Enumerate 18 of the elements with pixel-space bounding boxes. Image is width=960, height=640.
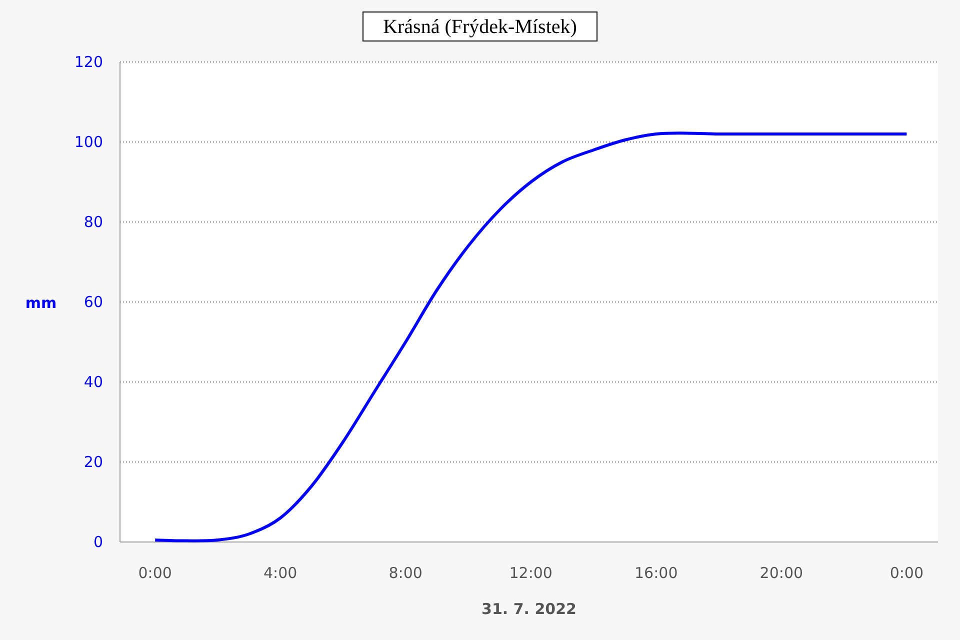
y-tick-label: 40 bbox=[84, 373, 103, 391]
x-tick-label: 12:00 bbox=[509, 564, 552, 582]
x-tick-label: 20:00 bbox=[760, 564, 804, 582]
y-tick-label: 80 bbox=[84, 213, 103, 231]
x-axis-label: 31. 7. 2022 bbox=[482, 600, 576, 618]
chart-title: Krásná (Frýdek-Místek) bbox=[383, 16, 577, 38]
x-tick-label: 8:00 bbox=[388, 564, 422, 582]
y-tick-label: 120 bbox=[74, 53, 103, 71]
y-tick-label: 20 bbox=[84, 453, 103, 471]
y-tick-label: 0 bbox=[93, 533, 103, 551]
x-tick-label: 16:00 bbox=[634, 564, 678, 582]
chart-title: Krásná (Frýdek-Místek) bbox=[362, 12, 598, 42]
x-tick-label: 0:00 bbox=[138, 564, 172, 582]
y-axis-label: mm bbox=[25, 294, 57, 312]
x-tick-label: 4:00 bbox=[264, 564, 298, 582]
x-tick-label: 0:00 bbox=[890, 564, 924, 582]
y-tick-label: 60 bbox=[84, 293, 103, 311]
y-tick-label: 100 bbox=[74, 133, 103, 151]
